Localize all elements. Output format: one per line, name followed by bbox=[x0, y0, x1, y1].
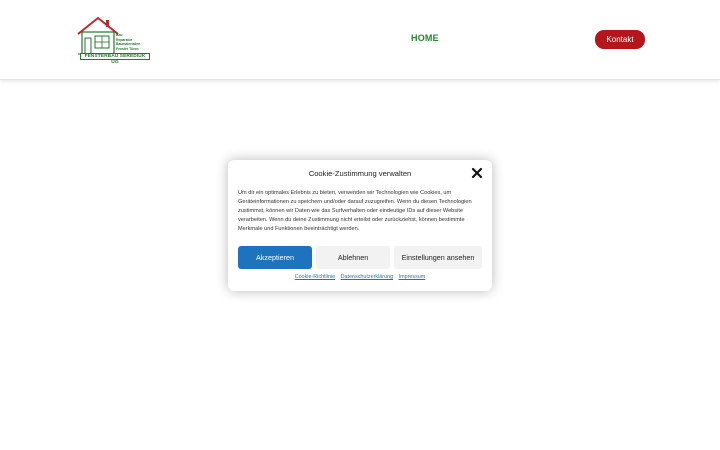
logo-tagline: Bau Reparatur Baumaterialien Fenster Tür… bbox=[116, 33, 140, 51]
dialog-footer-links: Cookie-Richtlinie Datenschutzerklärung I… bbox=[228, 274, 492, 280]
site-header: Bau Reparatur Baumaterialien Fenster Tür… bbox=[0, 0, 720, 80]
accept-button[interactable]: Akzeptieren bbox=[238, 246, 312, 269]
view-settings-button[interactable]: Einstellungen ansehen bbox=[394, 246, 482, 269]
contact-button[interactable]: Kontakt bbox=[595, 30, 645, 49]
deny-button[interactable]: Ablehnen bbox=[316, 246, 390, 269]
cookie-consent-dialog: Cookie-Zustimmung verwalten Um dir ein o… bbox=[228, 160, 492, 291]
close-icon[interactable] bbox=[471, 167, 483, 179]
dialog-title: Cookie-Zustimmung verwalten bbox=[308, 169, 412, 178]
privacy-policy-link[interactable]: Datenschutzerklärung bbox=[341, 274, 393, 280]
logo-company-name: FENSTERBAU SEREDIUK UG bbox=[80, 53, 150, 65]
dialog-body-text: Um dir ein optimales Erlebnis zu bieten,… bbox=[238, 190, 472, 232]
logo-tagline-line: Fenster Türen bbox=[116, 46, 139, 51]
cookie-policy-link[interactable]: Cookie-Richtlinie bbox=[295, 274, 335, 280]
nav-home-link[interactable]: HOME bbox=[411, 33, 439, 43]
imprint-link[interactable]: Impressum bbox=[399, 274, 426, 280]
